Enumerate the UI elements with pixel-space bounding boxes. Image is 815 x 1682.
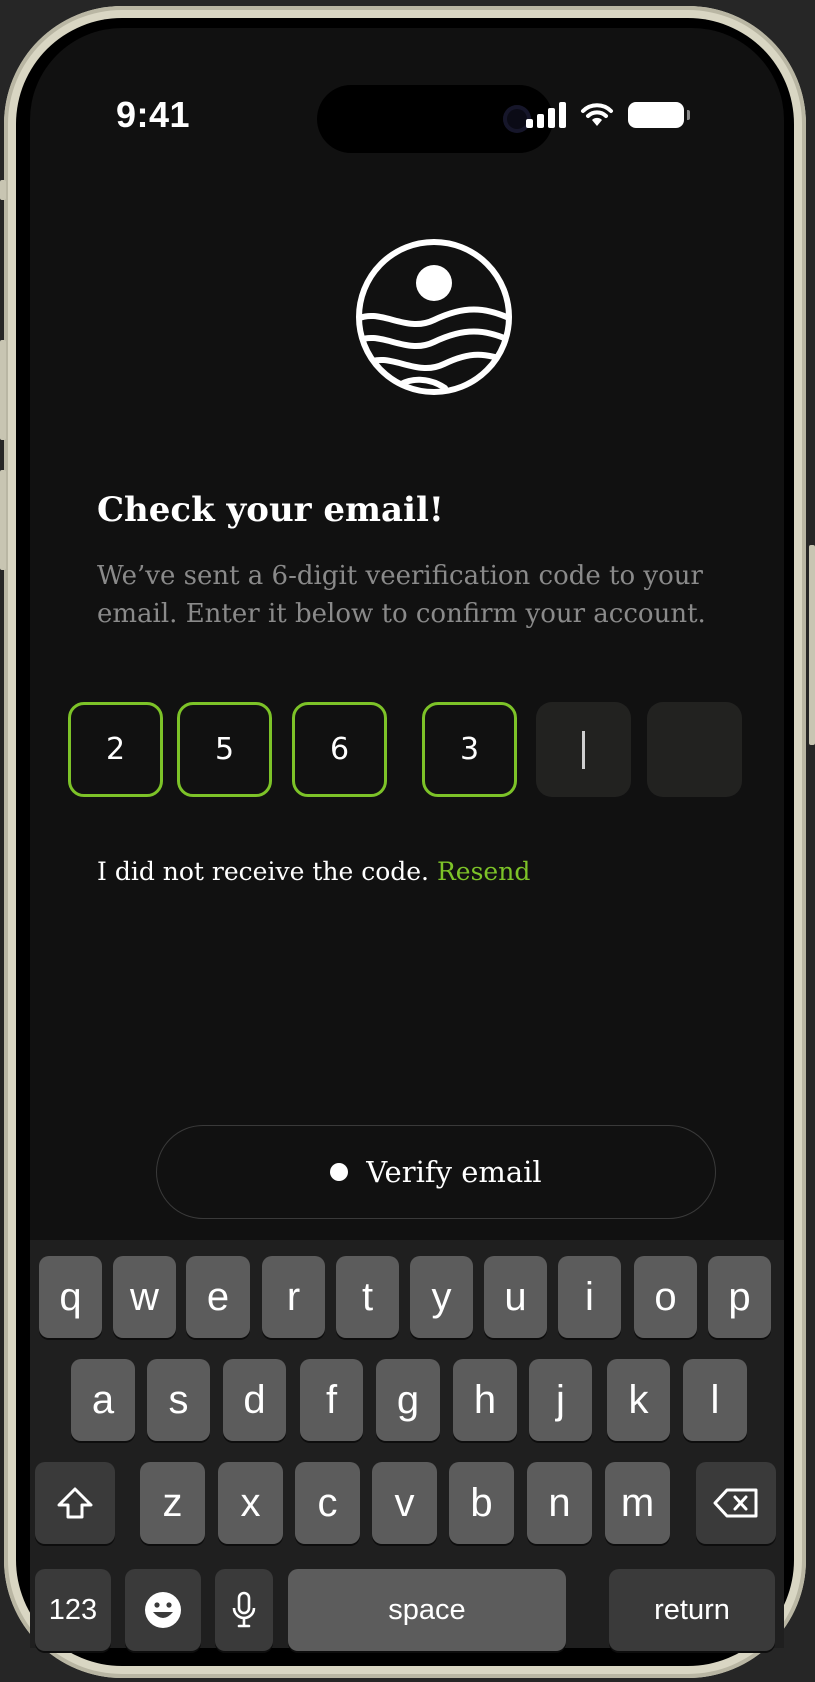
battery-icon <box>628 102 690 128</box>
delete-icon <box>713 1488 758 1518</box>
key-a[interactable]: a <box>71 1359 135 1441</box>
verify-email-button[interactable]: Verify email <box>156 1125 716 1219</box>
code-digit-2[interactable]: 5 <box>177 702 272 797</box>
key-n[interactable]: n <box>527 1462 592 1544</box>
logo-icon <box>356 239 512 395</box>
key-h[interactable]: h <box>453 1359 517 1441</box>
key-c[interactable]: c <box>295 1462 360 1544</box>
key-f[interactable]: f <box>300 1359 363 1441</box>
code-digit-1[interactable]: 2 <box>68 702 163 797</box>
side-button-left-3 <box>0 470 6 570</box>
key-x[interactable]: x <box>218 1462 283 1544</box>
status-icons <box>526 102 690 128</box>
page-title: Check your email! <box>97 490 444 530</box>
resend-prompt: I did not receive the code. <box>97 857 430 886</box>
resend-line: I did not receive the code. Resend <box>97 857 530 886</box>
key-k[interactable]: k <box>607 1359 670 1441</box>
page-subtitle: We’ve sent a 6-digit veerification code … <box>97 561 706 629</box>
side-button-left-2 <box>0 340 6 440</box>
key-j[interactable]: j <box>529 1359 592 1441</box>
shift-icon <box>57 1487 93 1519</box>
cellular-signal-icon <box>526 102 566 128</box>
shift-key[interactable] <box>35 1462 115 1544</box>
key-b[interactable]: b <box>449 1462 514 1544</box>
side-button-right <box>809 545 815 745</box>
dynamic-island <box>317 85 553 153</box>
key-m[interactable]: m <box>605 1462 670 1544</box>
status-time: 9:41 <box>116 94 191 135</box>
side-button-left-1 <box>0 180 6 200</box>
delete-key[interactable] <box>696 1462 776 1544</box>
key-g[interactable]: g <box>376 1359 440 1441</box>
key-l[interactable]: l <box>683 1359 747 1441</box>
numbers-key[interactable]: 123 <box>35 1569 111 1651</box>
emoji-key[interactable] <box>125 1569 201 1651</box>
code-digit-4[interactable]: 3 <box>422 702 517 797</box>
emoji-icon <box>145 1592 181 1628</box>
code-digit-3[interactable]: 6 <box>292 702 387 797</box>
key-r[interactable]: r <box>262 1256 325 1338</box>
space-key[interactable]: space <box>288 1569 566 1651</box>
key-q[interactable]: q <box>39 1256 102 1338</box>
key-i[interactable]: i <box>558 1256 621 1338</box>
resend-link[interactable]: Resend <box>437 857 530 886</box>
verify-email-label: Verify email <box>366 1155 542 1189</box>
microphone-key[interactable] <box>215 1569 273 1651</box>
text-cursor <box>582 730 585 769</box>
code-digit-6[interactable] <box>647 702 742 797</box>
key-s[interactable]: s <box>147 1359 210 1441</box>
key-z[interactable]: z <box>140 1462 205 1544</box>
key-d[interactable]: d <box>223 1359 286 1441</box>
code-digit-5[interactable] <box>536 702 631 797</box>
microphone-icon <box>232 1591 256 1628</box>
keyboard: q w e r t y u i o p a s d f g h j k l z … <box>30 1240 784 1651</box>
key-u[interactable]: u <box>484 1256 547 1338</box>
key-y[interactable]: y <box>410 1256 473 1338</box>
return-key[interactable]: return <box>609 1569 775 1651</box>
key-o[interactable]: o <box>634 1256 697 1338</box>
key-p[interactable]: p <box>708 1256 771 1338</box>
key-t[interactable]: t <box>336 1256 399 1338</box>
dot-icon <box>330 1163 349 1181</box>
key-w[interactable]: w <box>113 1256 176 1338</box>
wifi-icon <box>581 103 613 126</box>
key-e[interactable]: e <box>186 1256 250 1338</box>
key-v[interactable]: v <box>372 1462 437 1544</box>
